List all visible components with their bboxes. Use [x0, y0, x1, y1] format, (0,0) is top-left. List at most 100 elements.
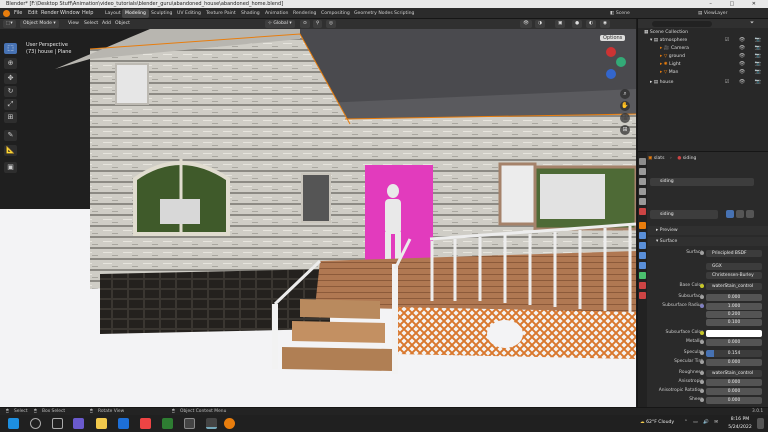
fake-user-icon[interactable]	[726, 210, 734, 218]
render-tab-icon[interactable]	[639, 168, 646, 175]
row-toggles[interactable]: 👁 📷	[739, 69, 765, 76]
pivot-icon[interactable]: ⊙	[300, 20, 310, 28]
scene-selector[interactable]: ◧ Scene	[610, 8, 630, 19]
tab-scripting[interactable]: Scripting	[391, 9, 417, 18]
specular-tint-field[interactable]: 0.000	[706, 358, 762, 366]
outliner-item-light[interactable]: ▸ ✺ Light 👁 📷	[638, 61, 768, 68]
outliner-item-atmosphere[interactable]: ▾ ▤ atmosphere ☑ 👁 📷	[638, 37, 768, 44]
overlays-icon[interactable]: ◑	[535, 20, 546, 28]
transform-orientation[interactable]: ⊹ Global ▾	[265, 20, 295, 28]
mode-selector[interactable]: Object Mode ▾	[20, 20, 59, 28]
weather-widget[interactable]: ☁ 62°F Cloudy	[640, 419, 674, 432]
specular-field[interactable]: 0.154	[706, 349, 762, 357]
close-button[interactable]: ✕	[752, 1, 764, 7]
shading-rendered-icon[interactable]: ◉	[600, 20, 611, 28]
material-slot-list[interactable]: siding	[650, 178, 754, 186]
camera-view-icon[interactable]: 🎥	[620, 113, 630, 123]
maximize-button[interactable]: □	[729, 1, 742, 7]
snap-icon[interactable]: ⚲	[313, 20, 323, 28]
subsurface-radius-y-field[interactable]: 0.200	[706, 310, 762, 318]
system-tray-icons[interactable]: ⌃ ▭ 🔊 ✉	[684, 419, 720, 432]
zoom-icon[interactable]: ⌕	[620, 89, 630, 99]
tab-modeling[interactable]: Modeling	[122, 9, 149, 18]
scale-icon[interactable]: ⤢	[4, 99, 17, 110]
store-icon[interactable]	[162, 418, 173, 429]
anisotropic-field[interactable]: 0.000	[706, 378, 762, 386]
world-tab-icon[interactable]	[639, 208, 646, 215]
subsurface-color-swatch[interactable]	[706, 329, 762, 337]
distribution-select[interactable]: GGX	[706, 262, 762, 270]
tab-layout[interactable]: Layout	[102, 9, 124, 18]
menu-render[interactable]: Render	[41, 8, 59, 19]
row-toggles[interactable]: 👁 📷	[739, 61, 765, 68]
obs-icon[interactable]	[184, 418, 195, 429]
tool-tab-icon[interactable]	[639, 158, 646, 165]
outliner-search-input[interactable]	[652, 21, 712, 27]
minimize-button[interactable]: –	[709, 1, 720, 7]
duplicate-material-icon[interactable]	[736, 210, 744, 218]
move-icon[interactable]: ✥	[4, 73, 17, 84]
blender-logo-icon[interactable]	[3, 10, 10, 17]
tab-geometry-nodes[interactable]: Geometry Nodes	[351, 9, 396, 18]
chrome-icon[interactable]	[140, 418, 151, 429]
viewport-menu-select[interactable]: Select	[84, 20, 98, 28]
axis-x-icon[interactable]	[606, 47, 616, 57]
proportional-edit-icon[interactable]: ◎	[326, 20, 337, 28]
task-view-icon[interactable]	[52, 418, 63, 429]
outliner-item-scene-collection[interactable]: ▦ Scene Collection	[638, 29, 768, 36]
material-tab-icon[interactable]	[639, 282, 646, 289]
outliner-item-house[interactable]: ▸ ▤ house ☑ 👁 📷	[638, 79, 768, 86]
anisotropic-rotation-field[interactable]: 0.000	[706, 387, 762, 395]
tab-animation[interactable]: Animation	[262, 9, 291, 18]
outliner-item-ground[interactable]: ▸ ▽ ground 👁 📷	[638, 53, 768, 60]
axis-y-icon[interactable]	[616, 57, 626, 67]
subsurface-radius-x-field[interactable]: 1.000	[706, 302, 762, 310]
menu-file[interactable]: File	[14, 8, 22, 19]
surface-section[interactable]: ▾ Surface	[648, 237, 768, 246]
preview-section[interactable]: ▸ Preview	[648, 226, 768, 235]
start-icon[interactable]	[8, 418, 19, 429]
row-toggles[interactable]: 👁 📷	[739, 53, 765, 60]
app-icon[interactable]	[73, 418, 84, 429]
app-active-icon[interactable]	[206, 418, 217, 429]
subsurface-field[interactable]: 0.000	[706, 293, 762, 301]
pan-icon[interactable]: ✋	[620, 101, 630, 111]
base-color-field[interactable]: waterStain_control	[706, 282, 762, 290]
filter-icon[interactable]: ⏷	[750, 20, 754, 26]
shading-material-icon[interactable]: ◐	[586, 20, 597, 28]
texture-tab-icon[interactable]	[639, 292, 646, 299]
view-layer-tab-icon[interactable]	[639, 188, 646, 195]
subsurface-method-select[interactable]: Christensen-Burley	[706, 271, 762, 279]
object-tab-icon[interactable]	[639, 222, 646, 229]
tab-uv-editing[interactable]: UV Editing	[174, 9, 204, 18]
select-box-icon[interactable]: ⬚	[4, 43, 17, 54]
editor-type-button[interactable]: ⬚▾	[3, 20, 16, 28]
metallic-field[interactable]: 0.000	[706, 338, 762, 346]
shading-solid-icon[interactable]: ●	[572, 20, 583, 28]
modifier-tab-icon[interactable]	[639, 232, 646, 239]
3d-viewport[interactable]: User Perspective (73) house | Plane ⬚ ⊕ …	[0, 29, 636, 407]
tab-texture-paint[interactable]: Texture Paint	[203, 9, 239, 18]
tab-compositing[interactable]: Compositing	[318, 9, 353, 18]
measure-icon[interactable]: 📐	[4, 145, 17, 156]
file-explorer-icon[interactable]	[96, 418, 107, 429]
tab-sculpting[interactable]: Sculpting	[148, 9, 175, 18]
particles-tab-icon[interactable]	[639, 242, 646, 249]
annotate-icon[interactable]: ✎	[4, 130, 17, 141]
search-icon[interactable]	[30, 418, 41, 429]
constraints-tab-icon[interactable]	[639, 262, 646, 269]
material-name-field[interactable]: siding	[650, 210, 718, 219]
viewport-menu-object[interactable]: Object	[115, 20, 130, 28]
cursor-icon[interactable]: ⊕	[4, 58, 17, 69]
tab-shading[interactable]: Shading	[238, 9, 263, 18]
row-toggles[interactable]: ☑ 👁 📷	[725, 79, 765, 86]
viewport-menu-view[interactable]: View	[68, 20, 79, 28]
viewport-menu-add[interactable]: Add	[102, 20, 111, 28]
options-button[interactable]: Options	[600, 35, 626, 41]
output-tab-icon[interactable]	[639, 178, 646, 185]
scene-tab-icon[interactable]	[639, 198, 646, 205]
transform-icon[interactable]: ⊞	[4, 112, 17, 123]
tab-rendering[interactable]: Rendering	[290, 9, 319, 18]
view-layer-selector[interactable]: ▤ ViewLayer	[698, 8, 728, 19]
clock[interactable]: 8:16 PM 5/24/2022	[726, 416, 754, 432]
